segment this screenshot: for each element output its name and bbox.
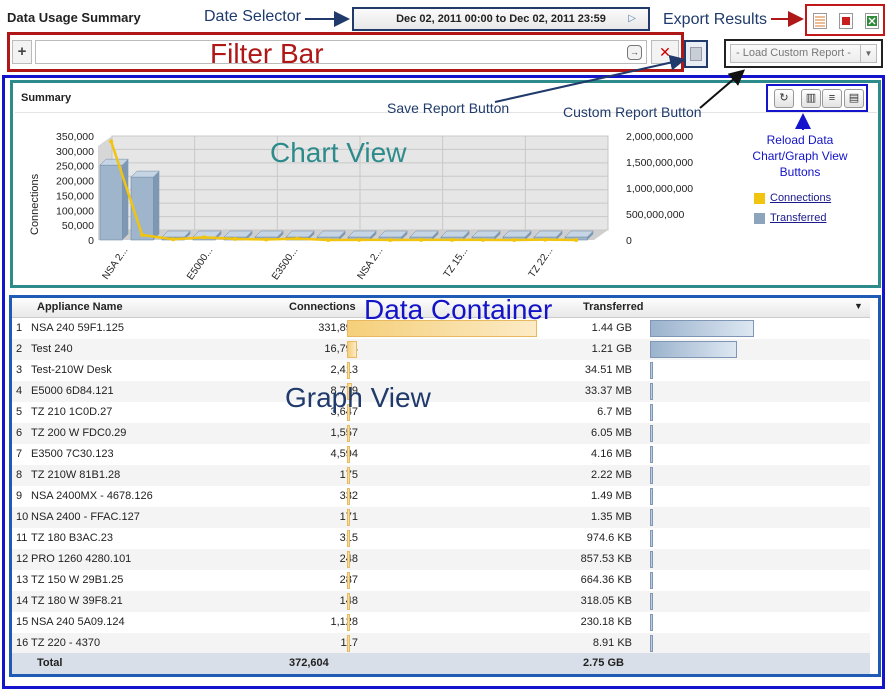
arrow-custom-report (699, 69, 746, 109)
arrow-save-report (494, 54, 686, 103)
annotation-arrows (305, 11, 811, 130)
